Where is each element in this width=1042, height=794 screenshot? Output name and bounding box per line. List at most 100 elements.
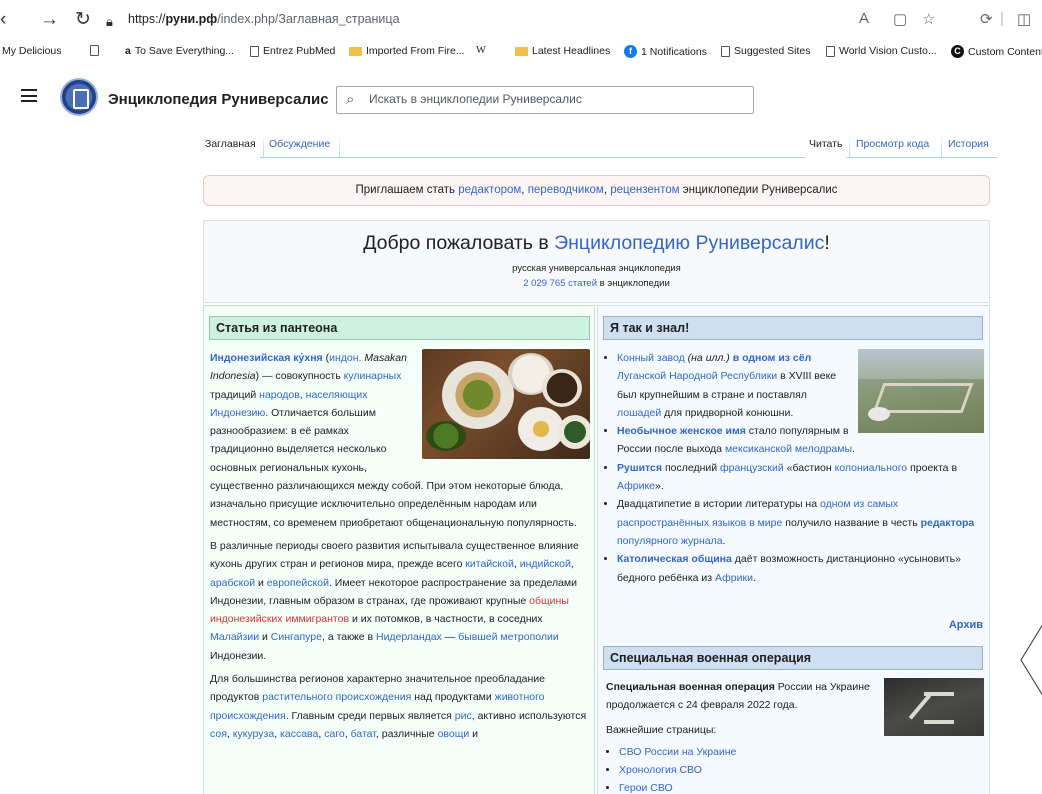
search-box[interactable]: ⌕	[336, 86, 754, 114]
article-count-link[interactable]: 2 029 765 статей	[523, 278, 597, 289]
culinary-link[interactable]: кулинарных	[344, 370, 402, 382]
bookmark-world-vision[interactable]: World Vision Custo...	[826, 45, 937, 57]
cassava-link[interactable]: кассава	[280, 728, 318, 740]
url-field[interactable]: https://руни.рф/index.php/Заглавная_стра…	[128, 12, 400, 26]
indonesian-food-image[interactable]	[422, 349, 590, 459]
article-count: 2 029 765 статей в энциклопедии	[204, 278, 989, 289]
archive-link[interactable]: Архив	[949, 619, 983, 631]
site-name[interactable]: Энциклопедия Руниверсалис	[108, 91, 329, 108]
village-link[interactable]: в одном из сёл	[733, 352, 812, 364]
horse-farm-image[interactable]	[858, 349, 984, 433]
netherlands-link[interactable]: Нидерландах	[376, 631, 442, 643]
banner-text: Приглашаем стать	[355, 184, 459, 196]
text: , различные	[375, 727, 438, 740]
text: , активно используются	[471, 709, 587, 722]
next-arrow-icon[interactable]	[1019, 620, 1042, 700]
url-path: /index.php/Заглавная_страница	[217, 12, 400, 26]
tab-view-source[interactable]: Просмотр кода	[852, 133, 933, 158]
text: —	[441, 631, 459, 644]
text: проекта в	[907, 461, 958, 474]
tab-read[interactable]: Читать	[805, 133, 847, 158]
bookmark-suggested-sites[interactable]: Suggested Sites	[721, 45, 810, 57]
translator-link[interactable]: переводчиком	[528, 184, 604, 196]
bookmark-wikipedia[interactable]: W	[476, 45, 486, 56]
svo-heroes-link[interactable]: Герои СВО	[619, 782, 673, 794]
page-icon	[826, 45, 835, 57]
facebook-icon: f	[624, 45, 637, 58]
extensions-icon[interactable]: ⟳	[980, 10, 993, 28]
singapore-link[interactable]: Сингапуре	[271, 631, 322, 643]
refresh-icon[interactable]: ↻	[75, 9, 91, 31]
malaysia-link[interactable]: Малайзии	[210, 631, 259, 643]
indian-link[interactable]: индийской	[520, 558, 571, 570]
arab-link[interactable]: арабской	[210, 577, 255, 589]
text: и	[255, 576, 267, 589]
back-icon[interactable]: ‹	[0, 9, 6, 31]
tab-separator	[339, 133, 340, 158]
toolbar-divider: |	[1000, 10, 1004, 27]
amazon-icon: a	[125, 45, 131, 57]
favorite-star-icon[interactable]: ☆	[922, 10, 935, 28]
svo-image[interactable]	[884, 678, 984, 736]
bookmark-latest-headlines[interactable]: Latest Headlines	[515, 45, 610, 57]
url-scheme: https://	[128, 12, 166, 26]
reviewer-link[interactable]: рецензентом	[610, 184, 679, 196]
plant-origin-link[interactable]: растительного происхождения	[262, 691, 411, 703]
bookmark-label: Imported From Fire...	[366, 45, 465, 57]
list-item: СВО России на Украине	[619, 743, 984, 761]
lpr-link[interactable]: Луганской Народной Республики	[617, 370, 777, 382]
svo-chronology-link[interactable]: Хронология СВО	[619, 764, 702, 776]
svo-russia-ukraine-link[interactable]: СВО России на Украине	[619, 746, 736, 758]
corn-link[interactable]: кукуруза	[233, 728, 274, 740]
bookmark-entrez-pubmed[interactable]: Entrez PubMed	[250, 45, 335, 57]
chinese-link[interactable]: китайской	[465, 558, 514, 570]
mexican-melodrama-link[interactable]: мексиканской мелодрамы	[725, 443, 852, 455]
french-link[interactable]: французский	[720, 462, 784, 474]
vegetables-link[interactable]: овощи	[438, 728, 470, 740]
tab-main-page[interactable]: Заглавная	[201, 133, 260, 158]
encyclopedia-link[interactable]: Энциклопедию Руниверсалис	[554, 232, 824, 254]
split-screen-icon[interactable]: ◫	[1017, 10, 1031, 28]
africa-link[interactable]: Африки	[715, 572, 753, 584]
popular-magazine-link[interactable]: популярного журнала	[617, 535, 723, 547]
collapsing-link[interactable]: Рушится	[617, 462, 662, 474]
svo-body: Специальная военная операция России на У…	[606, 678, 984, 794]
soy-link[interactable]: соя	[210, 728, 227, 740]
tab-actions-icon[interactable]: ▢	[893, 10, 907, 28]
text: традиций	[210, 388, 260, 401]
peoples-link[interactable]: народов	[259, 389, 300, 401]
bookmark-imported-from-firefox[interactable]: Imported From Fire...	[349, 45, 465, 57]
colonial-link[interactable]: колониального	[835, 462, 908, 474]
tab-history[interactable]: История	[944, 133, 993, 158]
sweet-potato-link[interactable]: батат	[351, 728, 376, 740]
featured-title-link[interactable]: Индонезийская ку́хня	[210, 352, 323, 364]
africa-link[interactable]: Африке	[617, 480, 655, 492]
language-abbrev-link[interactable]: индон.	[329, 352, 361, 364]
bookmark-notifications[interactable]: f 1 Notifications	[624, 45, 707, 58]
bookmark-page[interactable]	[90, 45, 99, 56]
list-item: Рушится последний французский «бастион к…	[617, 459, 984, 496]
rice-link[interactable]: рис	[455, 710, 472, 722]
bookmark-my-delicious[interactable]: My Delicious	[2, 45, 62, 57]
european-link[interactable]: европейской	[267, 577, 329, 589]
browser-address-bar: ‹ → ↻ 🔒︎ https://руни.рф/index.php/Загла…	[0, 0, 1042, 40]
bookmark-custom-content[interactable]: C Custom Content	[951, 45, 1042, 58]
catholic-community-link[interactable]: Католическая община	[617, 553, 732, 565]
site-logo[interactable]	[60, 78, 98, 116]
horse-farm-link[interactable]: Конный завод	[617, 352, 685, 364]
banner-text: энциклопедии Руниверсалис	[679, 184, 838, 196]
forward-icon[interactable]: →	[40, 9, 59, 31]
unusual-name-link[interactable]: Необычное женское имя	[617, 425, 746, 437]
editor-person-link[interactable]: редактора	[921, 517, 975, 529]
horses-link[interactable]: лошадей	[617, 407, 661, 419]
lock-icon[interactable]: 🔒︎	[106, 11, 113, 33]
former-metropole-link[interactable]: бывшей метрополии	[458, 631, 559, 643]
editor-link[interactable]: редактором	[458, 184, 521, 196]
sago-link[interactable]: саго	[324, 728, 345, 740]
page-icon	[250, 45, 259, 57]
search-input[interactable]	[367, 91, 747, 107]
read-aloud-icon[interactable]: A	[859, 10, 869, 27]
main-menu-icon[interactable]	[21, 89, 37, 102]
tab-discussion[interactable]: Обсуждение	[265, 133, 334, 158]
bookmark-to-save-everything[interactable]: a To Save Everything...	[125, 45, 234, 57]
